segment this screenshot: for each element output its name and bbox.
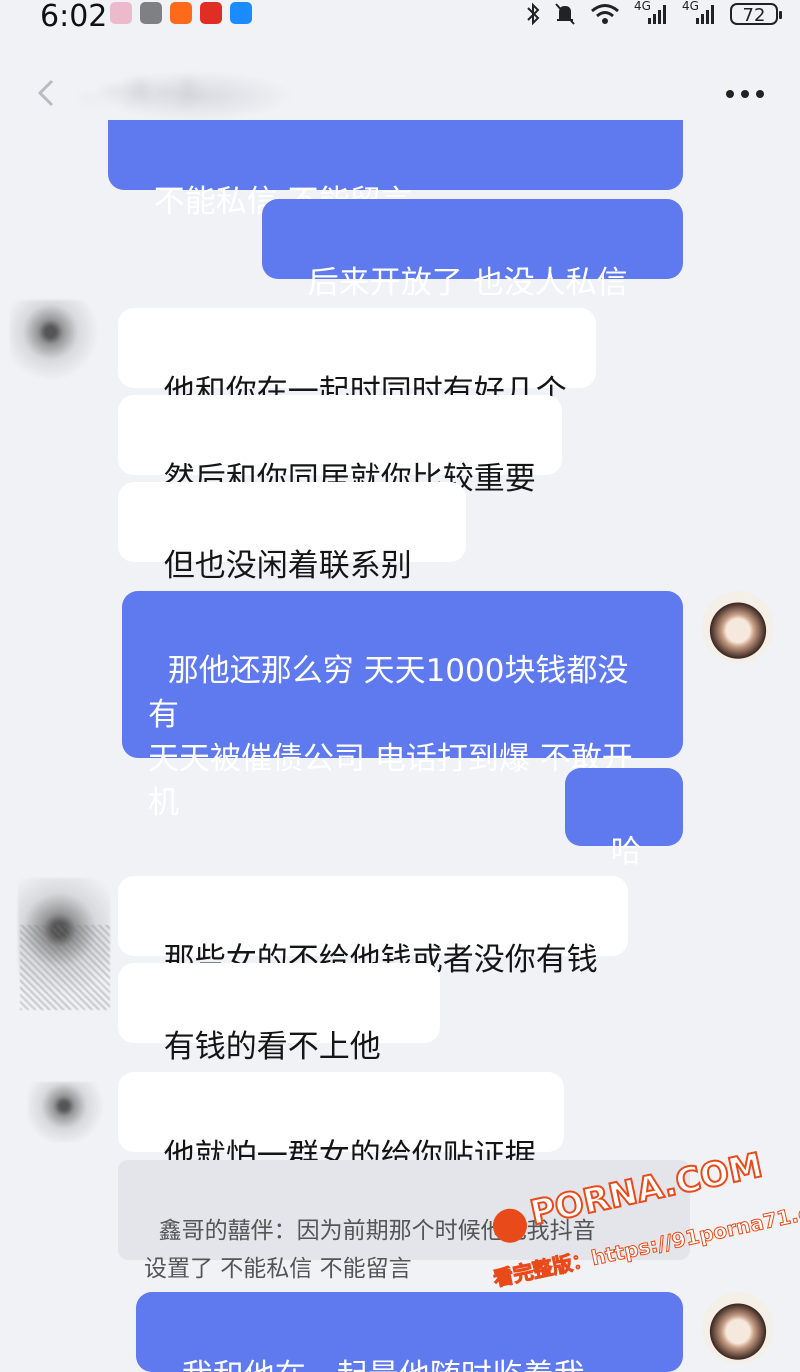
notification-app-icons bbox=[110, 2, 252, 24]
message-bubble-outgoing[interactable]: 后来开放了 也没人私信我 bbox=[262, 199, 683, 345]
dot-icon bbox=[726, 90, 734, 98]
bluetooth-icon bbox=[527, 2, 540, 26]
dot-icon bbox=[741, 90, 749, 98]
chat-title: ...一床一子 bbox=[80, 78, 199, 106]
more-options-button[interactable] bbox=[726, 90, 764, 98]
user-avatar[interactable] bbox=[702, 591, 774, 663]
redaction-scribble bbox=[20, 925, 110, 1010]
watermark-badge bbox=[489, 1205, 531, 1246]
message-bubble-incoming[interactable]: 他就怕一群女的给你贴证据 bbox=[118, 1072, 564, 1174]
app-notification-icon bbox=[110, 2, 132, 24]
status-time: 6:02 bbox=[40, 0, 108, 34]
signal-icon-1: 4G bbox=[634, 0, 668, 26]
qq-icon bbox=[230, 2, 252, 24]
message-bubble-incoming[interactable]: 那些女的不给他钱或者没你有钱 bbox=[118, 876, 628, 978]
dot-icon bbox=[756, 90, 764, 98]
message-bubble-incoming[interactable]: 但也没闲着联系别人 bbox=[118, 482, 466, 628]
message-bubble-outgoing[interactable]: 那他还那么穷 天天1000块钱都没有 天天被催债公司 电话打到爆 不敢开 机 bbox=[122, 591, 683, 821]
status-bar: 6:02 4G 4G 72 bbox=[0, 0, 800, 40]
message-bubble-incoming[interactable]: 他和你在一起时同时有好几个 bbox=[118, 308, 596, 410]
battery-indicator: 72 bbox=[730, 3, 782, 26]
message-text: 那他还那么穷 天天1000块钱都没有 天天被催债公司 电话打到爆 不敢开 机 bbox=[148, 653, 633, 821]
message-bubble-incoming[interactable]: 然后和你同居就你比较重要 bbox=[118, 395, 562, 497]
message-bubble-outgoing[interactable]: 不能私信 不能留言 bbox=[108, 120, 683, 220]
status-icons: 4G 4G 72 bbox=[526, 0, 782, 26]
message-bubble-outgoing[interactable]: 哈哈 bbox=[565, 768, 683, 914]
mute-bell-icon bbox=[555, 3, 575, 25]
taobao-icon bbox=[170, 2, 192, 24]
tiktok-icon bbox=[140, 2, 162, 24]
wifi-icon bbox=[591, 4, 619, 24]
contact-avatar[interactable] bbox=[10, 300, 100, 380]
contact-avatar[interactable] bbox=[28, 1082, 108, 1142]
message-text: 我和他在一起最他随时监着我… bbox=[182, 1358, 616, 1372]
signal-icon-2: 4G bbox=[682, 0, 716, 26]
back-arrow-icon[interactable] bbox=[32, 78, 62, 108]
pinduoduo-icon bbox=[200, 2, 222, 24]
message-bubble-incoming[interactable]: 有钱的看不上他😂 bbox=[118, 963, 440, 1109]
